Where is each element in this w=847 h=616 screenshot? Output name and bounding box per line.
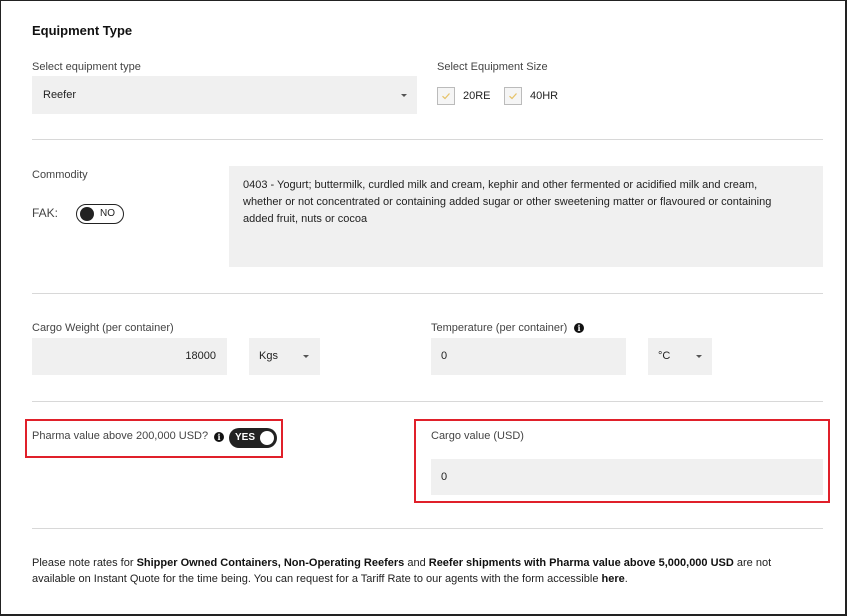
weight-unit-select[interactable]: Kgs [249,338,320,375]
fak-toggle-text: NO [100,208,115,219]
weight-unit-value: Kgs [259,350,278,362]
commodity-label: Commodity [32,169,88,181]
equipment-type-select[interactable]: Reefer [32,76,417,114]
cargo-weight-input[interactable]: 18000 [32,338,227,375]
size-40hr-checkbox[interactable] [504,87,522,105]
commodity-description: 0403 - Yogurt; buttermilk, curdled milk … [243,179,772,225]
equipment-size-label: Select Equipment Size [437,61,548,73]
note-text: Please note rates for [32,557,137,569]
cargo-value-input[interactable]: 0 [431,459,823,495]
note-bold: Shipper Owned Containers, Non-Operating … [136,557,405,569]
equipment-type-label: Select equipment type [32,61,141,73]
commodity-description-box[interactable]: 0403 - Yogurt; buttermilk, curdled milk … [229,166,823,267]
size-40hr-label: 40HR [530,90,559,102]
divider [32,528,823,529]
toggle-knob [80,207,94,221]
divider [32,293,823,294]
pharma-toggle-text: YES [235,432,256,443]
pharma-toggle[interactable]: YES [229,428,277,448]
cargo-weight-label: Cargo Weight (per container) [32,322,174,334]
cargo-value-value: 0 [441,471,448,483]
fak-label: FAK: [32,206,59,220]
temperature-unit-value: °C [658,350,671,362]
pharma-label: Pharma value above 200,000 USD? [32,430,209,442]
note-text: and [404,557,429,569]
note-bold: Reefer shipments with Pharma value above… [428,557,734,569]
equipment-type-value: Reefer [43,89,77,101]
temperature-input[interactable]: 0 [431,338,626,375]
chevron-down-icon [401,94,407,97]
size-20re-label: 20RE [463,90,491,102]
chevron-down-icon [696,355,702,358]
cargo-value-label: Cargo value (USD) [431,430,524,442]
section-title: Equipment Type [32,23,133,38]
temperature-label: Temperature (per container) [431,322,568,334]
temperature-unit-select[interactable]: °C [648,338,712,375]
check-icon [442,93,450,100]
info-icon[interactable]: i [574,323,584,333]
temperature-value: 0 [441,350,448,362]
info-icon[interactable]: i [214,432,224,442]
cargo-weight-value: 18000 [185,350,216,362]
here-link[interactable]: here [602,573,625,585]
size-20re-checkbox[interactable] [437,87,455,105]
note-text: . [624,573,628,585]
chevron-down-icon [303,355,309,358]
check-icon [509,93,517,100]
toggle-knob [260,431,274,445]
fak-toggle[interactable]: NO [76,204,124,224]
divider [32,139,823,140]
rates-note: Please note rates for Shipper Owned Cont… [32,555,817,587]
divider [32,401,823,402]
